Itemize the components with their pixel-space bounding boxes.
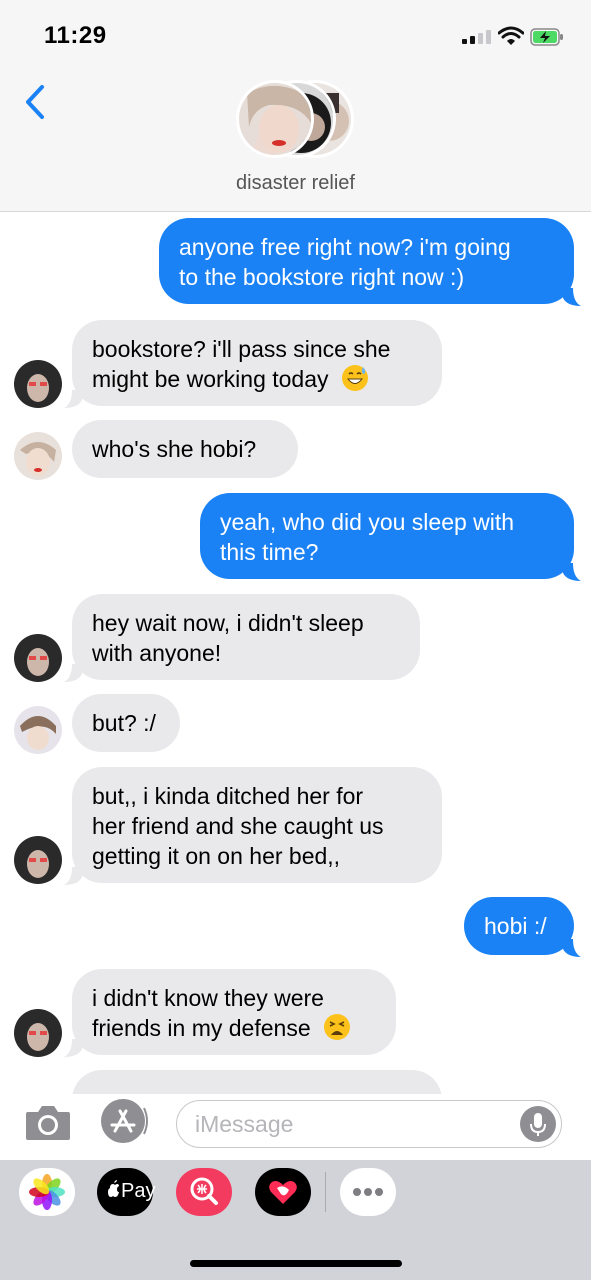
apple-pay-label: Pay (121, 1180, 156, 1202)
incoming-message-bubble[interactable]: but? :/ (72, 694, 180, 752)
message-composer (0, 1094, 591, 1160)
bubble-tail (64, 867, 82, 885)
bubble-tail (64, 664, 82, 682)
bubble-tail (563, 288, 581, 306)
message-line: anyone free right now? i'm going (179, 234, 511, 260)
outgoing-message-bubble[interactable]: yeah, who did you sleep with this time? (200, 493, 574, 579)
message-line: but? :/ (92, 710, 156, 736)
incoming-message-bubble[interactable]: who's she hobi? (72, 420, 298, 478)
bubble-tail (563, 939, 581, 957)
wifi-icon (498, 26, 524, 45)
sender-avatar[interactable] (14, 1009, 62, 1057)
apple-pay-app-icon[interactable]: Pay (97, 1168, 156, 1216)
imessage-field[interactable] (176, 1100, 562, 1148)
incoming-message-bubble[interactable]: but,, i kinda ditched her for her friend… (72, 767, 442, 883)
photos-app-icon[interactable] (19, 1168, 75, 1216)
cellular-signal-icon (462, 30, 492, 44)
message-line: her friend and she caught us (92, 813, 384, 839)
message-line: hobi :/ (484, 913, 547, 939)
chevron-left-icon[interactable] (18, 82, 50, 122)
outgoing-message-bubble[interactable]: hobi :/ (464, 897, 574, 955)
microphone-button[interactable] (520, 1106, 556, 1142)
outgoing-message-bubble[interactable]: anyone free right now? i'm going to the … (159, 218, 574, 304)
drawer-divider (325, 1172, 326, 1212)
status-time: 11:29 (44, 22, 107, 49)
group-avatar-1 (236, 80, 314, 158)
bubble-tail (64, 1039, 82, 1057)
message-line: bookstore? i'll pass since she (92, 336, 391, 362)
incoming-message-bubble[interactable]: bookstore? i'll pass since she might be … (72, 320, 442, 406)
incoming-message-bubble-partial[interactable] (72, 1070, 442, 1094)
message-line: with anyone! (92, 640, 222, 666)
message-line: yeah, who did you sleep with (220, 509, 515, 535)
message-line: might be working today (92, 364, 422, 394)
incoming-message-bubble[interactable]: i didn't know they were friends in my de… (72, 969, 396, 1055)
message-line: hey wait now, i didn't sleep (92, 610, 364, 636)
group-name[interactable]: disaster relief (0, 172, 591, 195)
bubble-tail (64, 390, 82, 408)
sender-avatar[interactable] (14, 706, 62, 754)
message-line: this time? (220, 539, 319, 565)
images-search-app-icon[interactable] (176, 1168, 232, 1216)
group-avatar-stack[interactable] (236, 80, 356, 160)
message-line: who's she hobi? (92, 436, 257, 462)
app-store-icon[interactable] (100, 1098, 150, 1144)
message-line: i didn't know they were (92, 985, 324, 1011)
message-line: to the bookstore right now :) (179, 264, 465, 290)
message-line: but,, i kinda ditched her for (92, 783, 364, 809)
conversation-header: 11:29 disaster relief (0, 0, 591, 212)
more-apps-icon[interactable] (340, 1168, 396, 1216)
app-drawer: Pay (0, 1160, 591, 1280)
message-line: friends in my defense (92, 1013, 376, 1043)
message-list[interactable]: anyone free right now? i'm going to the … (0, 212, 591, 1094)
microphone-icon (530, 1113, 546, 1136)
sender-avatar[interactable] (14, 360, 62, 408)
camera-icon[interactable] (24, 1102, 72, 1142)
sender-avatar[interactable] (14, 432, 62, 480)
digital-touch-app-icon[interactable] (255, 1168, 311, 1216)
bubble-tail (563, 563, 581, 581)
incoming-message-bubble[interactable]: hey wait now, i didn't sleep with anyone… (72, 594, 420, 680)
grinning-sweat-emoji (341, 365, 368, 391)
sender-avatar[interactable] (14, 836, 62, 884)
tired-face-emoji (324, 1014, 351, 1040)
sender-avatar[interactable] (14, 634, 62, 682)
battery-charging-icon (530, 28, 563, 46)
imessage-input[interactable] (195, 1109, 515, 1139)
home-indicator[interactable] (190, 1260, 402, 1267)
message-line: getting it on on her bed,, (92, 843, 341, 869)
